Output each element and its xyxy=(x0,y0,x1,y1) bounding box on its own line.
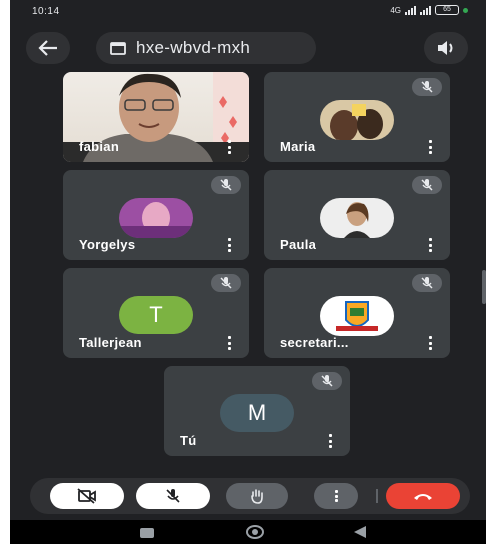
participant-name: secretari... xyxy=(280,335,349,350)
system-nav-bar xyxy=(10,520,486,544)
participant-tile-paula[interactable]: Paula xyxy=(264,170,450,260)
mic-off-icon xyxy=(166,489,180,503)
participant-tile-secretaria[interactable]: secretari... xyxy=(264,268,450,358)
more-vert-icon[interactable] xyxy=(227,238,231,252)
participant-name: Tallerjean xyxy=(79,335,142,350)
meeting-code-pill[interactable]: hxe-wbvd-mxh xyxy=(96,32,316,64)
back-triangle-icon[interactable] xyxy=(354,526,366,538)
audio-output-button[interactable] xyxy=(424,32,468,64)
more-vert-icon[interactable] xyxy=(428,336,432,350)
avatar-letter: T xyxy=(149,302,163,327)
controls-divider xyxy=(376,489,378,503)
back-button[interactable] xyxy=(26,32,70,64)
letter-avatar: T xyxy=(119,296,193,334)
camera-toggle-button[interactable] xyxy=(50,483,124,509)
more-options-button[interactable] xyxy=(314,483,358,509)
network-label: 4G xyxy=(390,5,401,15)
more-vert-icon[interactable] xyxy=(428,238,432,252)
more-vert-icon[interactable] xyxy=(328,434,332,448)
privacy-dot-icon xyxy=(463,7,468,13)
participant-tile-self[interactable]: M Tú xyxy=(164,366,350,456)
participant-name: Maria xyxy=(280,139,316,154)
call-controls xyxy=(30,478,470,514)
phone-screen: 10:14 4G 65 hxe-wbvd-mxh fabian Maria Yo… xyxy=(10,0,486,544)
status-time: 10:14 xyxy=(32,6,60,17)
mic-toggle-button[interactable] xyxy=(136,483,210,509)
participant-tile-maria[interactable]: Maria xyxy=(264,72,450,162)
mic-off-icon xyxy=(211,274,241,292)
battery-level: 65 xyxy=(443,6,451,13)
end-call-icon xyxy=(414,494,432,500)
participant-photo-avatar xyxy=(320,198,394,238)
end-call-button[interactable] xyxy=(386,483,460,509)
signal-icon xyxy=(405,5,416,15)
signal-icon-2 xyxy=(420,5,431,15)
mic-off-icon xyxy=(412,274,442,292)
participant-photo-avatar xyxy=(119,198,193,238)
participant-tile-yorgelys[interactable]: Yorgelys xyxy=(63,170,249,260)
letter-avatar: M xyxy=(220,394,294,432)
camera-off-icon xyxy=(77,488,96,504)
scrollbar[interactable] xyxy=(482,270,486,304)
meeting-code: hxe-wbvd-mxh xyxy=(136,38,251,57)
arrow-left-icon xyxy=(38,40,57,56)
mic-off-icon xyxy=(312,372,342,390)
avatar-letter: M xyxy=(247,400,267,425)
participant-name: Tú xyxy=(180,433,197,448)
battery-icon: 65 xyxy=(435,5,459,15)
status-icons: 4G 65 xyxy=(390,5,468,15)
mic-off-icon xyxy=(211,176,241,194)
participant-photo-avatar xyxy=(320,100,394,140)
mic-off-icon xyxy=(412,78,442,96)
participant-name: Paula xyxy=(280,237,317,252)
more-vert-icon[interactable] xyxy=(428,140,432,154)
status-bar: 10:14 4G 65 xyxy=(10,0,486,24)
recents-icon[interactable] xyxy=(140,528,154,538)
more-vert-icon[interactable] xyxy=(227,336,231,350)
raise-hand-button[interactable] xyxy=(226,483,288,509)
participant-name: Yorgelys xyxy=(79,237,136,252)
participant-name: fabian xyxy=(79,139,120,154)
logo-avatar xyxy=(320,296,394,336)
speaker-icon xyxy=(438,41,453,55)
calendar-icon xyxy=(110,42,126,55)
mic-off-icon xyxy=(412,176,442,194)
meeting-top-bar: hxe-wbvd-mxh xyxy=(10,30,486,66)
participant-tile-tallerjean[interactable]: T Tallerjean xyxy=(63,268,249,358)
participant-tile-fabian[interactable]: fabian xyxy=(63,72,249,162)
more-vert-icon[interactable] xyxy=(227,140,231,154)
more-vert-icon xyxy=(334,490,338,502)
raise-hand-icon xyxy=(251,489,263,504)
home-icon[interactable] xyxy=(246,525,264,539)
